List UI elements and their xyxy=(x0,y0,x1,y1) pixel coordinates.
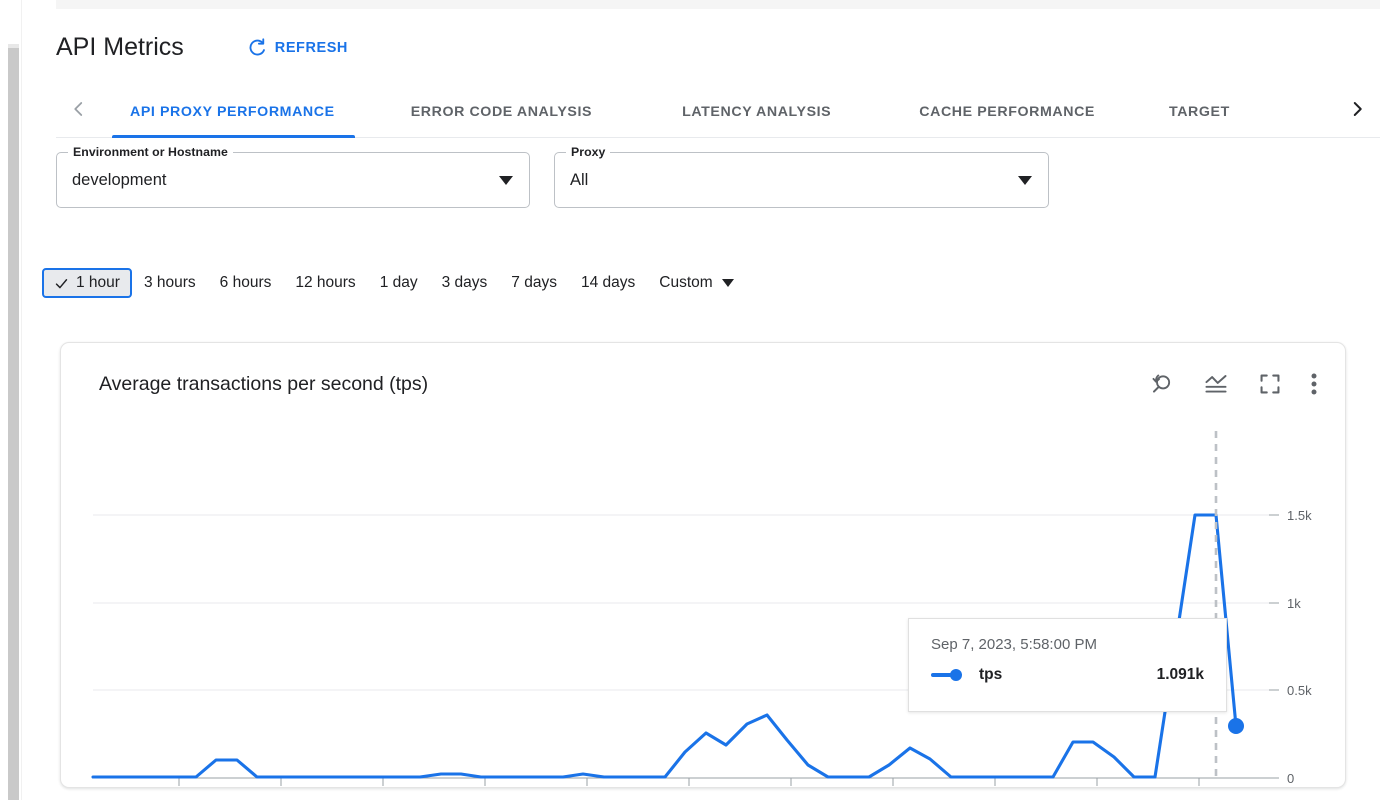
page-header: API Metrics REFRESH xyxy=(56,9,1380,86)
refresh-icon xyxy=(247,37,268,58)
tab-label: ERROR CODE ANALYSIS xyxy=(411,104,592,120)
time-range-selector: 1 hour 3 hours 6 hours 12 hours 1 day 3 … xyxy=(42,268,746,298)
environment-select-value: development xyxy=(72,171,499,190)
time-range-3-hours[interactable]: 3 hours xyxy=(132,268,208,298)
check-icon xyxy=(54,276,69,291)
chart-plot-area: 1.5k 1k 0.5k 0 xyxy=(61,425,1346,788)
more-options-icon[interactable] xyxy=(1311,371,1317,397)
time-range-3-days[interactable]: 3 days xyxy=(430,268,500,298)
time-range-label: 3 days xyxy=(442,274,488,292)
chart-x-axis: UTC+1 5:05 PM 5:10 PM 5:15 PM 5:20 PM 5:… xyxy=(93,778,1222,788)
proxy-select[interactable]: Proxy All xyxy=(554,152,1049,208)
chart-toolbar xyxy=(1149,371,1317,397)
time-range-6-hours[interactable]: 6 hours xyxy=(208,268,284,298)
refresh-button[interactable]: REFRESH xyxy=(247,37,348,58)
tooltip-series-value: 1.091k xyxy=(1157,666,1204,684)
tab-cache-performance[interactable]: CACHE PERFORMANCE xyxy=(875,86,1139,138)
top-strip xyxy=(56,0,1380,9)
environment-select[interactable]: Environment or Hostname development xyxy=(56,152,530,208)
tooltip-series-name: tps xyxy=(979,666,1157,684)
tab-label: LATENCY ANALYSIS xyxy=(682,104,831,120)
tooltip-timestamp: Sep 7, 2023, 5:58:00 PM xyxy=(931,636,1204,653)
environment-select-label: Environment or Hostname xyxy=(68,145,233,159)
time-range-label: 6 hours xyxy=(220,274,272,292)
tab-latency-analysis[interactable]: LATENCY ANALYSIS xyxy=(638,86,875,138)
reset-zoom-icon[interactable] xyxy=(1149,371,1175,397)
time-range-label: 3 hours xyxy=(144,274,196,292)
refresh-label: REFRESH xyxy=(275,40,348,56)
fullscreen-icon[interactable] xyxy=(1257,371,1283,397)
tabs-scroll-container: API PROXY PERFORMANCE ERROR CODE ANALYSI… xyxy=(102,86,1334,138)
chart-title: Average transactions per second (tps) xyxy=(99,373,1149,396)
filter-row: Environment or Hostname development Prox… xyxy=(56,152,1049,208)
page-title: API Metrics xyxy=(56,33,184,62)
tabs-prev-arrow[interactable] xyxy=(56,86,102,138)
time-range-label: 12 hours xyxy=(295,274,355,292)
y-tick-0: 0 xyxy=(1287,771,1294,786)
chart-svg[interactable]: 1.5k 1k 0.5k 0 xyxy=(61,425,1346,788)
time-range-label: 1 day xyxy=(380,274,418,292)
chevron-down-icon xyxy=(1018,176,1032,185)
chevron-right-icon xyxy=(1348,100,1366,123)
tab-api-proxy-performance[interactable]: API PROXY PERFORMANCE xyxy=(102,86,365,138)
tabs-next-arrow[interactable] xyxy=(1334,86,1380,138)
chart-card: Average transactions per second (tps) xyxy=(60,342,1346,788)
y-tick-1000: 1k xyxy=(1287,596,1301,611)
proxy-select-label: Proxy xyxy=(566,145,610,159)
time-range-label: 14 days xyxy=(581,274,635,292)
time-range-1-day[interactable]: 1 day xyxy=(368,268,430,298)
content-gap xyxy=(22,0,56,800)
chart-y-axis: 1.5k 1k 0.5k 0 xyxy=(1269,508,1312,786)
time-range-1-hour[interactable]: 1 hour xyxy=(42,268,132,298)
page-scrollbar[interactable] xyxy=(8,48,19,800)
time-range-7-days[interactable]: 7 days xyxy=(499,268,569,298)
tooltip-series-row: tps 1.091k xyxy=(931,666,1204,684)
chevron-left-icon xyxy=(70,100,88,123)
series-end-point[interactable] xyxy=(1228,718,1244,734)
tab-error-code-analysis[interactable]: ERROR CODE ANALYSIS xyxy=(365,86,638,138)
y-tick-1500: 1.5k xyxy=(1287,508,1312,523)
time-range-12-hours[interactable]: 12 hours xyxy=(283,268,367,298)
tab-bar: API PROXY PERFORMANCE ERROR CODE ANALYSI… xyxy=(56,86,1380,138)
tab-label: TARGET xyxy=(1169,104,1230,120)
app-root: API Metrics REFRESH API PROXY PERFORMANC… xyxy=(0,0,1380,800)
time-range-label: Custom xyxy=(659,274,712,292)
time-range-custom[interactable]: Custom xyxy=(647,268,745,298)
chart-tooltip: Sep 7, 2023, 5:58:00 PM tps 1.091k xyxy=(908,618,1227,712)
chevron-down-icon xyxy=(722,279,734,287)
tab-label: API PROXY PERFORMANCE xyxy=(130,104,335,120)
chart-card-header: Average transactions per second (tps) xyxy=(61,343,1345,425)
time-range-label: 7 days xyxy=(511,274,557,292)
time-range-14-days[interactable]: 14 days xyxy=(569,268,647,298)
tab-target[interactable]: TARGET xyxy=(1139,86,1260,138)
time-range-label: 1 hour xyxy=(76,274,120,292)
y-tick-500: 0.5k xyxy=(1287,683,1312,698)
tab-label: CACHE PERFORMANCE xyxy=(919,104,1095,120)
chart-type-icon[interactable] xyxy=(1203,371,1229,397)
chevron-down-icon xyxy=(499,176,513,185)
tooltip-series-swatch xyxy=(931,669,979,681)
proxy-select-value: All xyxy=(570,171,1018,190)
